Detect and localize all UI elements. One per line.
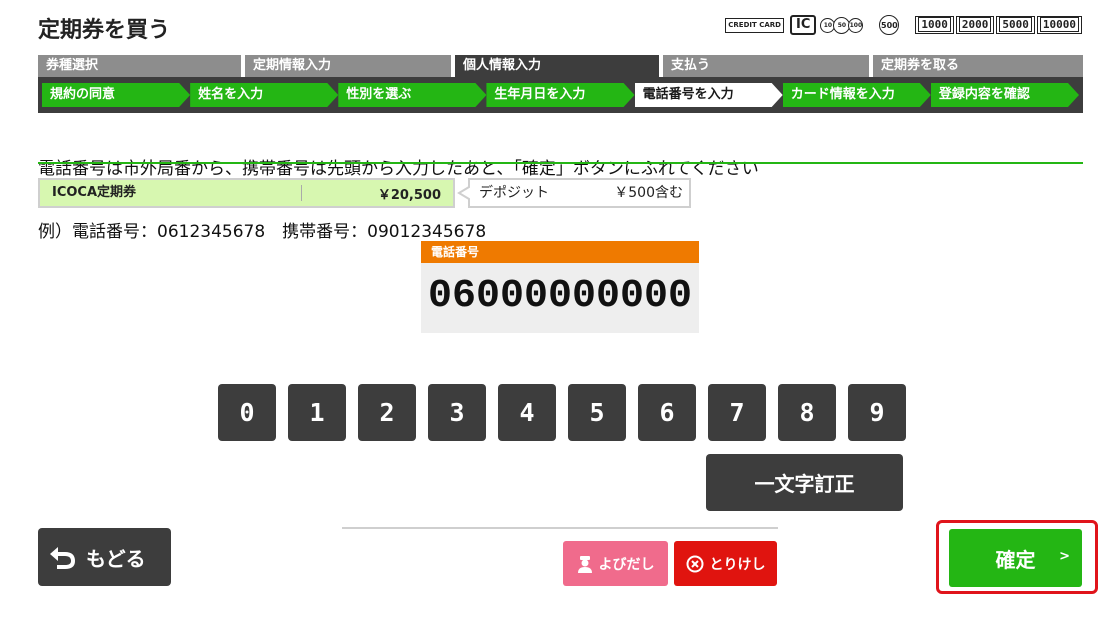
footer-divider xyxy=(342,527,778,529)
confirm-button[interactable]: 確定 > xyxy=(949,529,1082,587)
step-receive-pass: 定期券を取る xyxy=(873,55,1083,77)
page-title: 定期券を買う xyxy=(38,18,171,43)
coin-500-icon: 500 xyxy=(879,15,900,36)
step-pass-info: 定期情報入力 xyxy=(245,55,451,77)
delete-one-char-button[interactable]: 一文字訂正 xyxy=(706,454,903,511)
call-label: よびだし xyxy=(598,556,655,573)
confirm-label: 確定 xyxy=(995,547,1036,572)
ticket-summary: ICOCA定期券 ￥20,500 xyxy=(38,178,455,208)
phone-number-label: 電話番号 xyxy=(421,241,699,263)
staff-icon xyxy=(577,555,592,573)
back-button[interactable]: もどる xyxy=(38,528,171,586)
note-10000-icon: 10000 xyxy=(1036,16,1082,35)
coins-icon: 10 50 100 xyxy=(820,16,864,34)
key-8[interactable]: 8 xyxy=(778,384,836,441)
progress-steps: 券種選択 定期情報入力 個人情報入力 支払う 定期券を取る xyxy=(38,55,1083,77)
cancel-x-icon xyxy=(686,555,703,572)
phone-number-display: 電話番号 06000000000 xyxy=(421,241,699,333)
cancel-label: とりけし xyxy=(709,556,766,573)
phone-number-value: 06000000000 xyxy=(427,274,693,319)
ticket-name: ICOCA定期券 xyxy=(40,185,302,201)
numeric-keypad: 0 1 2 3 4 5 6 7 8 9 xyxy=(218,384,906,441)
key-5[interactable]: 5 xyxy=(568,384,626,441)
back-label: もどる xyxy=(86,546,146,571)
note-1000-icon: 1000 xyxy=(915,16,954,35)
key-1[interactable]: 1 xyxy=(288,384,346,441)
note-5000-icon: 5000 xyxy=(996,16,1035,35)
key-3[interactable]: 3 xyxy=(428,384,486,441)
substep-terms: 規約の同意 xyxy=(42,83,190,107)
banknotes-icon: 1000 2000 5000 10000 xyxy=(915,16,1082,35)
coin-100-icon: 100 xyxy=(848,17,864,33)
back-arrow-icon xyxy=(50,547,75,569)
ticket-price: ￥20,500 xyxy=(377,187,441,203)
payment-methods: CREDIT CARD IC 10 50 100 500 1000 2000 5… xyxy=(725,15,1082,36)
note-2000-icon: 2000 xyxy=(955,16,995,35)
substep-phone: 電話番号を入力 xyxy=(635,83,783,107)
substep-birthdate: 生年月日を入力 xyxy=(486,83,634,107)
key-4[interactable]: 4 xyxy=(498,384,556,441)
cancel-button[interactable]: とりけし xyxy=(674,541,777,586)
key-0[interactable]: 0 xyxy=(218,384,276,441)
divider xyxy=(38,162,1083,164)
instruction-line-2: 例）電話番号：0612345678 携帯番号：09012345678 xyxy=(38,222,487,242)
chevron-right-icon: > xyxy=(1059,549,1070,564)
substep-name: 姓名を入力 xyxy=(190,83,338,107)
step-payment: 支払う xyxy=(663,55,869,77)
key-2[interactable]: 2 xyxy=(358,384,416,441)
deposit-value: ￥500含む xyxy=(614,185,683,201)
substep-card-info: カード情報を入力 xyxy=(783,83,931,107)
ic-card-icon: IC xyxy=(789,15,817,36)
call-staff-button[interactable]: よびだし xyxy=(563,541,668,586)
deposit-label: デポジット xyxy=(479,185,549,201)
substep-gender: 性別を選ぶ xyxy=(338,83,486,107)
key-6[interactable]: 6 xyxy=(638,384,696,441)
step-ticket-type: 券種選択 xyxy=(38,55,241,77)
step-personal-info: 個人情報入力 xyxy=(455,55,659,77)
key-9[interactable]: 9 xyxy=(848,384,906,441)
substep-confirm: 登録内容を確認 xyxy=(931,83,1079,107)
key-7[interactable]: 7 xyxy=(708,384,766,441)
deposit-note: デポジット ￥500含む xyxy=(455,178,691,208)
credit-card-icon: CREDIT CARD xyxy=(725,17,784,33)
sub-steps: 規約の同意 姓名を入力 性別を選ぶ 生年月日を入力 電話番号を入力 カード情報を… xyxy=(38,77,1083,113)
